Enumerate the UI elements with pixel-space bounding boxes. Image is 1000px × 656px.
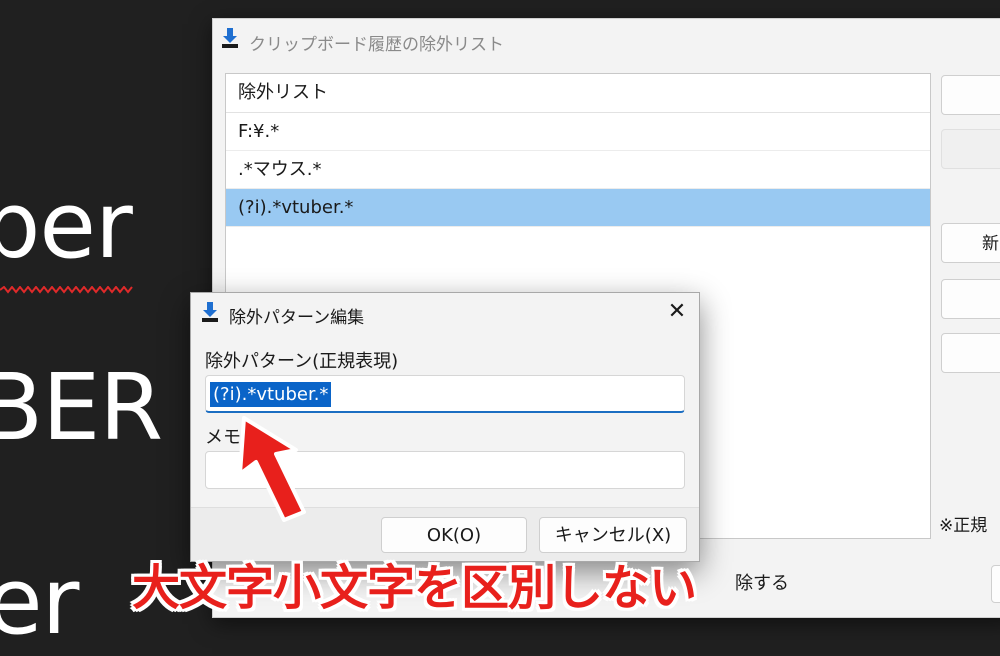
background-text-2: BER xyxy=(0,354,163,461)
pattern-input[interactable]: (?i).*vtuber.* xyxy=(205,375,685,413)
list-column-header[interactable]: 除外リスト xyxy=(226,74,930,113)
annotation-caption: 大文字小文字を区別しない xyxy=(132,560,697,616)
background-text-3: er xyxy=(0,548,79,655)
side-button-1[interactable] xyxy=(941,75,1000,115)
memo-input[interactable] xyxy=(205,451,685,489)
main-titlebar[interactable]: クリップボード履歴の除外リスト xyxy=(213,19,1000,63)
main-window-title: クリップボード履歴の除外リスト xyxy=(249,35,504,55)
side-button-5[interactable] xyxy=(941,333,1000,373)
dialog-title: 除外パターン編集 xyxy=(229,308,365,328)
list-item-selected[interactable]: (?i).*vtuber.* xyxy=(226,189,930,227)
regex-note: ※正規 xyxy=(939,516,988,536)
spellcheck-squiggle xyxy=(0,286,133,294)
list-item[interactable]: F:¥.* xyxy=(226,113,930,151)
list-item[interactable]: .*マウス.* xyxy=(226,151,930,189)
side-button-4[interactable] xyxy=(941,279,1000,319)
pattern-label: 除外パターン(正規表現) xyxy=(205,351,399,372)
new-button[interactable]: 新 xyxy=(941,223,1000,263)
bottom-button[interactable] xyxy=(991,565,1000,603)
memo-label: メモ xyxy=(205,427,241,448)
background-text-1: ber xyxy=(0,172,133,279)
side-button-2[interactable] xyxy=(941,129,1000,169)
close-icon[interactable]: ✕ xyxy=(663,299,691,325)
option-checkbox-label[interactable]: 除する xyxy=(735,569,789,595)
pattern-input-value: (?i).*vtuber.* xyxy=(210,382,332,407)
download-app-icon xyxy=(221,27,239,49)
download-app-icon xyxy=(201,301,219,323)
edit-pattern-dialog: 除外パターン編集 ✕ 除外パターン(正規表現) (?i).*vtuber.* メ… xyxy=(190,292,700,562)
